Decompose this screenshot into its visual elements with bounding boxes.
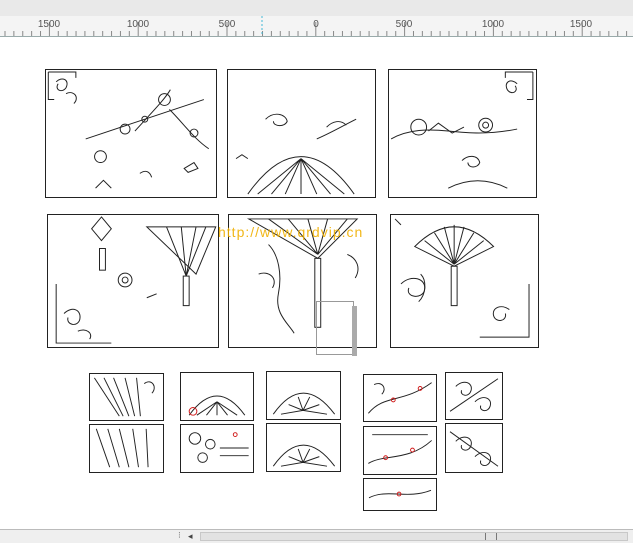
design-panel-cloud-top-right[interactable] xyxy=(388,69,537,198)
bottom-scrollbar-area: ⁝ ◂ xyxy=(0,529,633,543)
design-panel-fan-mid-right[interactable] xyxy=(390,214,539,348)
scroll-left-arrow-icon[interactable]: ◂ xyxy=(188,531,193,542)
scrollbar-thumb[interactable] xyxy=(485,533,497,540)
thumb-branch-red-1-drawing xyxy=(368,382,432,414)
thumb-branch-red-3[interactable] xyxy=(363,478,437,511)
ruler-label-4: 0 xyxy=(313,19,319,30)
thumb-branch-red-2[interactable] xyxy=(363,426,437,475)
thumb-fan-radial-2[interactable] xyxy=(266,423,341,472)
thumb-plum-blossom-drawing xyxy=(188,432,249,463)
watermark-text: http://www.qrdvip.cn xyxy=(218,224,364,240)
thumb-branch-red-3-drawing xyxy=(368,489,432,499)
ruler-label-7: 1500 xyxy=(569,19,593,30)
thumb-plum-blossom[interactable] xyxy=(180,424,254,473)
thumb-cloud-scroll-1[interactable] xyxy=(445,372,503,420)
thumb-cloud-scroll-1-drawing xyxy=(449,378,499,412)
fan-right-drawing xyxy=(394,218,530,338)
thumb-fan-radial-1[interactable] xyxy=(266,371,341,420)
corner-ornament-drawing xyxy=(55,216,217,344)
ruler-label-5: 500 xyxy=(395,19,413,30)
thumb-cloud-scroll-2-drawing xyxy=(449,431,499,467)
thumb-fan-open-1-drawing xyxy=(188,395,246,416)
thumb-cloud-scroll-2[interactable] xyxy=(445,423,503,473)
ruler-label-1: 1500 xyxy=(37,19,61,30)
ruler-label-2: 1000 xyxy=(126,19,150,30)
thumb-branch-red-2-drawing xyxy=(368,434,432,464)
frame-shadow xyxy=(352,306,357,356)
thumb-fan-folds-1[interactable] xyxy=(89,373,164,421)
thumb-branch-red-1[interactable] xyxy=(363,374,437,422)
thumb-fan-open-1[interactable] xyxy=(180,372,254,421)
fan-top-drawing xyxy=(235,113,357,195)
design-panel-plum-top-left[interactable] xyxy=(45,69,217,198)
ruler-label-3: 500 xyxy=(218,19,236,30)
design-panel-corner-mid-left[interactable] xyxy=(47,214,219,348)
thumb-fan-radial-1-drawing xyxy=(272,392,336,415)
plum-branch-drawing xyxy=(47,71,210,189)
thumb-fan-radial-2-drawing xyxy=(272,444,336,467)
cloud-sun-drawing xyxy=(390,71,534,189)
horizontal-ruler[interactable]: 1500 1000 500 0 500 1000 1500 xyxy=(0,16,633,37)
thumb-fan-folds-2[interactable] xyxy=(89,424,164,473)
selection-frame[interactable] xyxy=(316,301,354,355)
thumb-fan-folds-1-drawing xyxy=(93,377,155,417)
ruler-label-6: 1000 xyxy=(481,19,505,30)
window-top-band xyxy=(0,0,633,16)
design-panel-fan-top-center[interactable] xyxy=(227,69,376,198)
thumb-fan-folds-2-drawing xyxy=(95,428,149,468)
grip-icon: ⁝ xyxy=(178,530,181,540)
horizontal-scrollbar[interactable] xyxy=(200,532,628,541)
